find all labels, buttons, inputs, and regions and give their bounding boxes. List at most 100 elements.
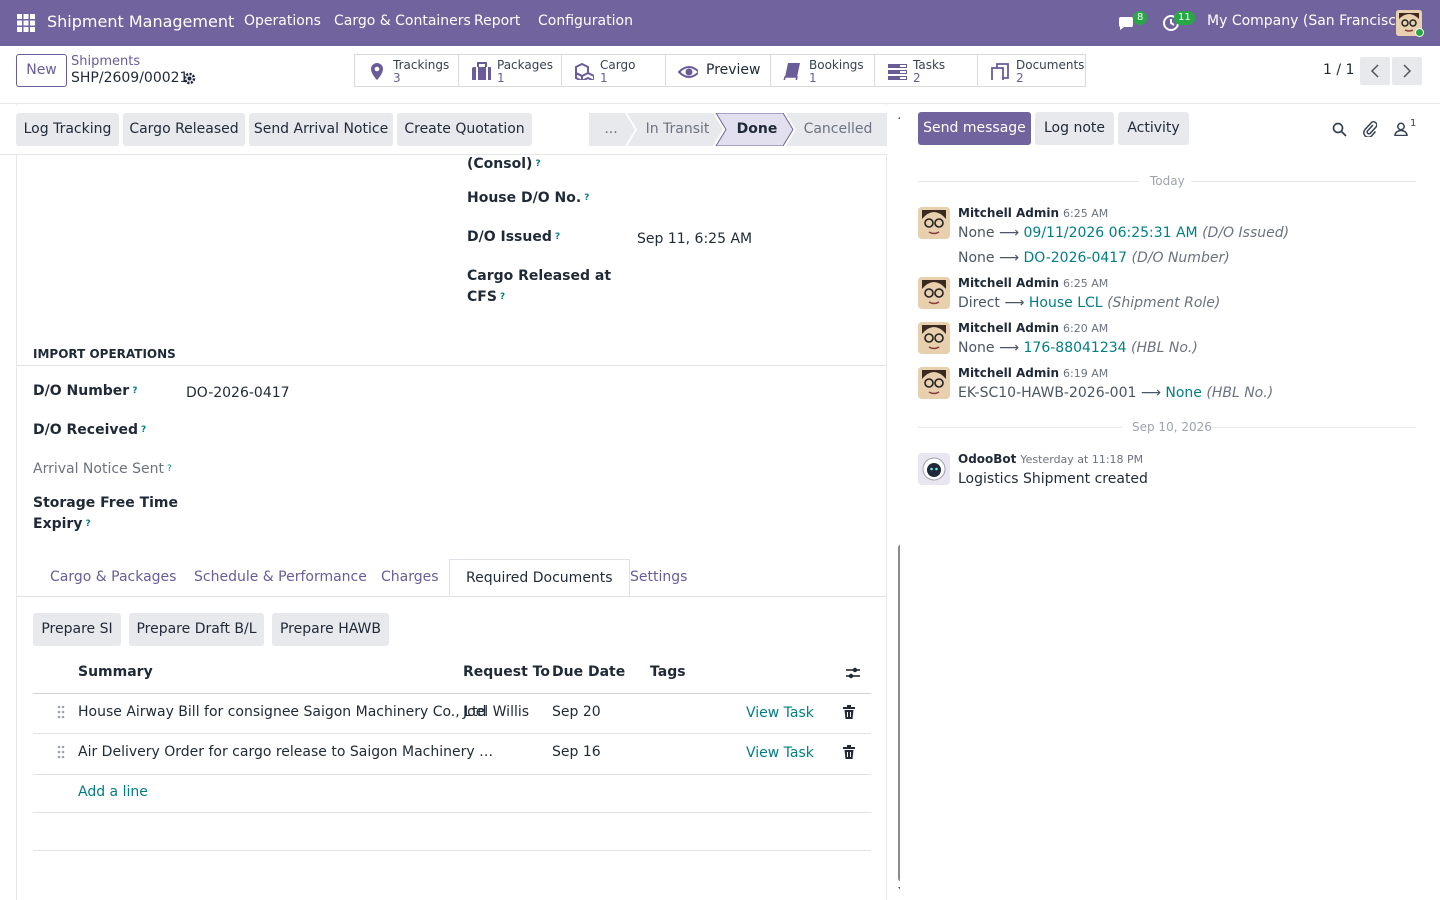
- cargo-released-cfs-label: Cargo Released at CFS?: [467, 268, 612, 305]
- pager-value[interactable]: 1 / 1: [1323, 62, 1354, 78]
- do-issued-label: D/O Issued?: [467, 229, 561, 245]
- tab-charges[interactable]: Charges: [381, 559, 439, 596]
- prepare-draft-bl-button[interactable]: Prepare Draft B/L: [129, 613, 264, 646]
- smart-button-documents[interactable]: Documents 2: [977, 54, 1086, 87]
- smart-button-packages[interactable]: Packages 1: [458, 54, 562, 87]
- author-avatar[interactable]: [918, 367, 950, 399]
- author-avatar[interactable]: [918, 277, 950, 309]
- stage-done[interactable]: Done: [728, 113, 786, 146]
- stage-cancelled[interactable]: Cancelled: [798, 113, 878, 146]
- search-icon[interactable]: [1332, 122, 1347, 137]
- smart-button-cargo[interactable]: Cargo 1: [561, 54, 666, 87]
- cargo-released-button[interactable]: Cargo Released: [123, 113, 245, 146]
- pager-previous-button[interactable]: [1360, 57, 1390, 85]
- odoobot-avatar[interactable]: [918, 453, 950, 485]
- smart-button-label: Trackings: [393, 58, 450, 72]
- smart-button-label: Documents: [1016, 58, 1085, 72]
- message-author: Mitchell Admin 6:20 AM: [958, 321, 1109, 335]
- breadcrumb-shipments[interactable]: Shipments: [71, 54, 140, 69]
- row-summary[interactable]: Air Delivery Order for cargo release to …: [78, 744, 493, 760]
- smart-button-preview[interactable]: Preview: [665, 54, 771, 87]
- menu-configuration[interactable]: Configuration: [538, 13, 633, 29]
- author-avatar[interactable]: [918, 322, 950, 354]
- row-due-date[interactable]: Sep 16: [552, 744, 601, 760]
- tabs-baseline: [17, 596, 886, 597]
- documents-icon: [991, 63, 1009, 80]
- tasks-icon: [888, 64, 907, 80]
- send-message-button[interactable]: Send message: [918, 112, 1031, 145]
- smart-button-tasks[interactable]: Tasks 2: [874, 54, 978, 87]
- menu-cargo-containers[interactable]: Cargo & Containers: [334, 13, 471, 29]
- row-summary[interactable]: House Airway Bill for consignee Saigon M…: [78, 704, 486, 720]
- statusbar: Log Tracking Cargo Released Send Arrival…: [0, 105, 887, 155]
- optional-columns-icon[interactable]: [845, 665, 861, 681]
- table-footer-border: [33, 850, 871, 851]
- storage-free-time-label: Storage Free Time Expiry?: [33, 495, 179, 532]
- column-header-summary[interactable]: Summary: [78, 664, 153, 680]
- view-task-button[interactable]: View Task: [746, 745, 814, 761]
- cubes-icon: [575, 62, 594, 80]
- tab-schedule-performance[interactable]: Schedule & Performance: [194, 559, 367, 596]
- add-a-line-link[interactable]: Add a line: [78, 784, 148, 800]
- trash-icon[interactable]: [843, 705, 855, 719]
- trash-icon[interactable]: [843, 745, 855, 759]
- tab-cargo-packages[interactable]: Cargo & Packages: [50, 559, 176, 596]
- view-task-button[interactable]: View Task: [746, 705, 814, 721]
- author-avatar[interactable]: [918, 207, 950, 239]
- menu-report[interactable]: Report: [474, 13, 520, 29]
- activity-button[interactable]: Activity: [1118, 112, 1189, 145]
- paperclip-icon[interactable]: [1362, 120, 1377, 137]
- log-tracking-button[interactable]: Log Tracking: [16, 113, 119, 146]
- do-issued-value[interactable]: Sep 11, 6:25 AM: [637, 231, 752, 247]
- followers-icon[interactable]: [1394, 122, 1408, 136]
- top-navbar: Shipment Management Operations Cargo & C…: [0, 0, 1440, 46]
- message-author: Mitchell Admin 6:19 AM: [958, 366, 1109, 380]
- tab-required-documents[interactable]: Required Documents: [449, 559, 630, 596]
- drag-handle-icon[interactable]: [57, 705, 65, 719]
- smart-button-count: 3: [393, 71, 401, 85]
- row-request-to[interactable]: Joel Willis: [463, 704, 529, 720]
- prepare-hawb-button[interactable]: Prepare HAWB: [272, 613, 389, 646]
- app-grid-icon[interactable]: [17, 14, 35, 32]
- record-name: SHP/2609/00021: [71, 70, 189, 86]
- prepare-si-button[interactable]: Prepare SI: [33, 613, 121, 646]
- new-button[interactable]: New: [16, 54, 67, 87]
- column-header-due-date[interactable]: Due Date: [552, 664, 625, 680]
- drag-handle-icon[interactable]: [57, 745, 65, 759]
- do-number-value[interactable]: DO-2026-0417: [186, 385, 290, 401]
- arrow-right-icon: ⟶: [998, 340, 1020, 356]
- date-divider-line: [918, 181, 1139, 182]
- tracking-value-change: None ⟶ 176-88041234 (HBL No.): [958, 340, 1198, 356]
- stage-more[interactable]: ...: [600, 113, 622, 146]
- smart-button-bookings[interactable]: Bookings 1: [770, 54, 875, 87]
- pager-next-button[interactable]: [1392, 57, 1422, 85]
- log-note-button[interactable]: Log note: [1035, 112, 1114, 145]
- row-due-date[interactable]: Sep 20: [552, 704, 601, 720]
- chevron-right-icon: [1403, 64, 1412, 78]
- smart-button-label: Tasks: [913, 58, 946, 72]
- consol-label: (Consol)?: [467, 156, 541, 172]
- followers-count: 1: [1410, 118, 1417, 129]
- date-divider-line: [1212, 427, 1416, 428]
- smart-button-label: Bookings: [809, 58, 864, 72]
- arrow-right-icon: ⟶: [998, 225, 1020, 241]
- smart-button-count: 2: [1016, 71, 1024, 85]
- send-arrival-notice-button[interactable]: Send Arrival Notice: [249, 113, 393, 146]
- column-header-tags[interactable]: Tags: [650, 664, 686, 680]
- message-author: OdooBot Yesterday at 11:18 PM: [958, 452, 1144, 466]
- app-name[interactable]: Shipment Management: [47, 12, 234, 31]
- chevron-left-icon: [1370, 64, 1379, 78]
- tab-settings[interactable]: Settings: [630, 559, 687, 596]
- menu-operations[interactable]: Operations: [244, 13, 321, 29]
- gear-icon[interactable]: [183, 72, 196, 85]
- date-divider-today: Today: [1150, 174, 1185, 188]
- stage-in-transit[interactable]: In Transit: [640, 113, 715, 146]
- company-switcher[interactable]: My Company (San Francisco): [1207, 13, 1410, 29]
- control-panel: New Shipments SHP/2609/00021 Trackings 3…: [0, 46, 1440, 104]
- suitcase-icon: [472, 62, 491, 80]
- message-author: Mitchell Admin 6:25 AM: [958, 206, 1109, 220]
- create-quotation-button[interactable]: Create Quotation: [397, 113, 532, 146]
- smart-button-count: 1: [600, 71, 608, 85]
- smart-button-trackings[interactable]: Trackings 3: [354, 54, 459, 87]
- column-header-request-to[interactable]: Request To: [463, 664, 550, 680]
